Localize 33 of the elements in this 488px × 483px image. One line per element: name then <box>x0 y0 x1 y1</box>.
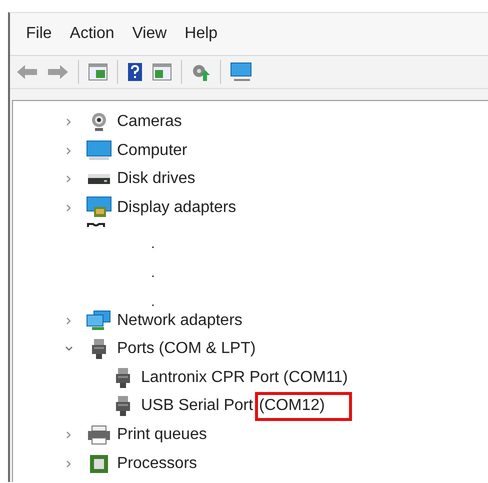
tree-item-label[interactable]: Display adapters <box>117 199 236 218</box>
ellipsis-dot: . <box>151 294 155 308</box>
tree-item-label[interactable]: Network adapters <box>117 312 242 330</box>
menu-item[interactable]: File <box>18 25 62 43</box>
tree-item-label[interactable]: Computer <box>117 142 188 160</box>
port-icon <box>115 395 131 418</box>
printer-icon <box>87 425 111 446</box>
menu-item[interactable]: Action <box>62 25 124 43</box>
menu-item[interactable]: View <box>124 25 177 43</box>
device-icon <box>87 222 105 228</box>
ellipsis-dot: . <box>151 236 155 250</box>
disk-drive-icon <box>87 173 111 186</box>
ellipsis-dot: . <box>151 265 155 280</box>
scan-hardware-icon[interactable] <box>230 62 254 82</box>
help-icon[interactable] <box>127 62 143 82</box>
port-icon <box>91 338 107 360</box>
monitor-icon <box>86 140 112 162</box>
tree-item-label[interactable]: Print queues <box>117 426 207 444</box>
console-tree-icon[interactable] <box>88 63 108 81</box>
action-pane-icon[interactable] <box>152 63 172 81</box>
menu-item[interactable]: Help <box>176 25 228 43</box>
tree-item-label[interactable]: Lantronix CPR Port (COM11) <box>141 368 348 387</box>
tree-item-label[interactable]: Processors <box>117 454 198 473</box>
tree-item-label[interactable]: Ports (COM & LPT) <box>117 340 256 358</box>
tree-item-label[interactable]: Disk drives <box>117 170 196 188</box>
port-icon <box>115 366 131 389</box>
tree-item-label[interactable]: USB Serial Port <box>141 397 254 416</box>
network-icon <box>86 310 112 332</box>
processor-icon <box>89 454 109 474</box>
webcam-icon <box>90 112 108 132</box>
update-driver-icon[interactable] <box>191 62 211 82</box>
highlighted-text: (COM12) <box>258 394 349 418</box>
tree-item-label[interactable]: Cameras <box>117 113 182 132</box>
